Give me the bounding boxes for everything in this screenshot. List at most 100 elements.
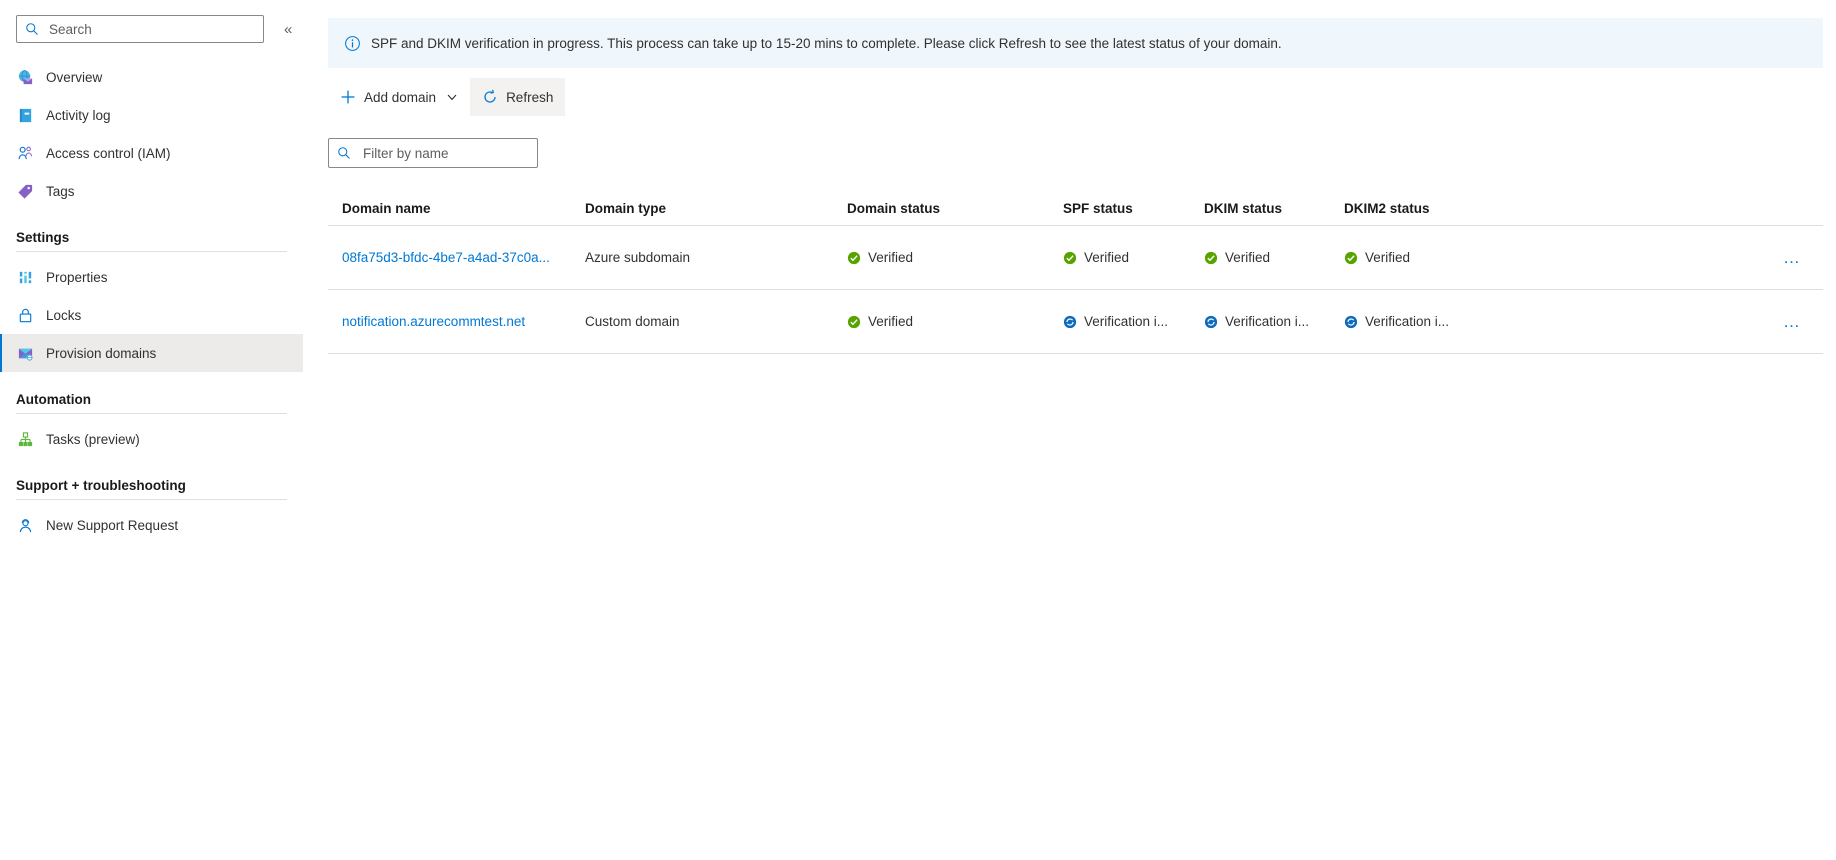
sidebar-item-properties[interactable]: Properties <box>0 258 303 296</box>
in-progress-refresh-icon <box>1344 315 1358 329</box>
cell-spf-status: Verification i... <box>1063 314 1204 329</box>
refresh-label: Refresh <box>506 89 554 105</box>
cell-domain-status: Verified <box>847 314 1063 329</box>
column-header-domain-status[interactable]: Domain status <box>847 201 1063 216</box>
status-badge: Verified <box>847 314 1063 329</box>
table-row[interactable]: notification.azurecommtest.net Custom do… <box>328 290 1823 354</box>
row-context-menu-button[interactable]: … <box>1783 312 1801 331</box>
row-context-menu-button[interactable]: … <box>1783 248 1801 267</box>
verified-check-icon <box>847 315 861 329</box>
sidebar-item-provision-domains[interactable]: Provision domains <box>0 334 303 372</box>
cell-actions: … <box>1524 313 1823 330</box>
sidebar-item-tags[interactable]: Tags <box>0 172 303 210</box>
status-text: Verified <box>1084 250 1130 265</box>
sidebar-item-label: Locks <box>46 307 82 323</box>
command-bar: Add domain Refresh <box>328 78 1836 116</box>
status-badge: Verification i... <box>1063 314 1204 329</box>
sidebar-item-new-support-request[interactable]: New Support Request <box>0 506 303 544</box>
domains-table: Domain name Domain type Domain status SP… <box>328 192 1823 354</box>
filter-by-name-input[interactable] <box>361 144 529 162</box>
cell-domain-type: Custom domain <box>585 314 680 329</box>
overview-globe-mail-icon <box>16 68 34 86</box>
status-badge: Verified <box>847 250 1063 265</box>
sidebar-item-label: Activity log <box>46 107 111 123</box>
search-input[interactable] <box>47 20 255 38</box>
table-header-row: Domain name Domain type Domain status SP… <box>328 192 1823 226</box>
lock-icon <box>16 306 34 324</box>
status-badge: Verification i... <box>1204 314 1344 329</box>
cell-dkim-status: Verification i... <box>1204 314 1344 329</box>
sidebar-item-label: Provision domains <box>46 345 157 361</box>
column-header-dkim-status[interactable]: DKIM status <box>1204 201 1344 216</box>
collapse-sidebar-button[interactable]: « <box>280 18 296 41</box>
support-person-icon <box>16 516 34 534</box>
cell-dkim-status: Verified <box>1204 250 1344 265</box>
status-text: Verification i... <box>1084 314 1169 329</box>
cell-dkim2-status: Verified <box>1344 250 1524 265</box>
cell-domain-name: 08fa75d3-bfdc-4be7-a4ad-37c0a... <box>328 250 585 265</box>
sidebar-group-divider <box>16 251 287 252</box>
column-header-domain-type[interactable]: Domain type <box>585 201 847 216</box>
access-control-people-icon <box>16 144 34 162</box>
verified-check-icon <box>847 251 861 265</box>
sidebar-item-label: Overview <box>46 69 103 85</box>
cell-actions: … <box>1524 249 1823 266</box>
table-row[interactable]: 08fa75d3-bfdc-4be7-a4ad-37c0a... Azure s… <box>328 226 1823 290</box>
search-box[interactable] <box>16 15 264 43</box>
plus-icon <box>340 89 356 105</box>
sidebar-item-label: Access control (IAM) <box>46 145 171 161</box>
column-header-dkim2-status[interactable]: DKIM2 status <box>1344 201 1524 216</box>
sidebar-item-label: New Support Request <box>46 517 179 533</box>
filter-by-name-box[interactable] <box>328 138 538 168</box>
verified-check-icon <box>1344 251 1358 265</box>
sidebar-group-title-automation: Automation <box>16 392 91 407</box>
sidebar-item-access-control[interactable]: Access control (IAM) <box>0 134 303 172</box>
verified-check-icon <box>1204 251 1218 265</box>
filter-row <box>328 138 1836 168</box>
column-header-domain-name[interactable]: Domain name <box>328 201 585 216</box>
chevron-down-icon[interactable] <box>446 91 458 103</box>
cell-dkim2-status: Verification i... <box>1344 314 1524 329</box>
sidebar-item-activity-log[interactable]: Activity log <box>0 96 303 134</box>
properties-bars-icon <box>16 268 34 286</box>
activity-log-book-icon <box>16 106 34 124</box>
main-content: SPF and DKIM verification in progress. T… <box>303 0 1836 860</box>
status-text: Verification i... <box>1365 314 1450 329</box>
cell-domain-status: Verified <box>847 250 1063 265</box>
refresh-button[interactable]: Refresh <box>470 78 566 116</box>
add-domain-button[interactable]: Add domain <box>328 78 470 116</box>
sidebar-item-label: Tags <box>46 183 75 199</box>
in-progress-refresh-icon <box>1063 315 1077 329</box>
sidebar-item-locks[interactable]: Locks <box>0 296 303 334</box>
sidebar-item-label: Tasks (preview) <box>46 431 140 447</box>
azure-portal-page: « Overview <box>0 0 1836 860</box>
cell-domain-type: Azure subdomain <box>585 250 691 265</box>
add-domain-label: Add domain <box>364 89 437 105</box>
verified-check-icon <box>1063 251 1077 265</box>
sidebar-group-title-support: Support + troubleshooting <box>16 478 186 493</box>
refresh-circular-arrow-icon <box>482 89 498 105</box>
info-circle-icon <box>344 35 361 52</box>
info-banner-text: SPF and DKIM verification in progress. T… <box>371 35 1282 51</box>
sidebar: « Overview <box>0 0 303 860</box>
status-badge: Verification i... <box>1344 314 1524 329</box>
status-text: Verification i... <box>1225 314 1310 329</box>
info-banner: SPF and DKIM verification in progress. T… <box>328 18 1823 68</box>
status-badge: Verified <box>1204 250 1344 265</box>
sidebar-item-tasks[interactable]: Tasks (preview) <box>0 420 303 458</box>
domain-name-link[interactable]: notification.azurecommtest.net <box>342 314 574 329</box>
tasks-hierarchy-icon <box>16 430 34 448</box>
column-header-spf-status[interactable]: SPF status <box>1063 201 1204 216</box>
sidebar-group-divider <box>16 499 287 500</box>
sidebar-item-label: Properties <box>46 269 108 285</box>
sidebar-search-row: « <box>0 14 303 44</box>
sidebar-group-divider <box>16 413 287 414</box>
in-progress-refresh-icon <box>1204 315 1218 329</box>
status-badge: Verified <box>1063 250 1204 265</box>
provision-domains-mail-icon <box>16 344 34 362</box>
tags-icon <box>16 182 34 200</box>
domain-name-link[interactable]: 08fa75d3-bfdc-4be7-a4ad-37c0a... <box>342 250 574 265</box>
sidebar-item-overview[interactable]: Overview <box>0 58 303 96</box>
status-text: Verified <box>1365 250 1411 265</box>
status-badge: Verified <box>1344 250 1524 265</box>
